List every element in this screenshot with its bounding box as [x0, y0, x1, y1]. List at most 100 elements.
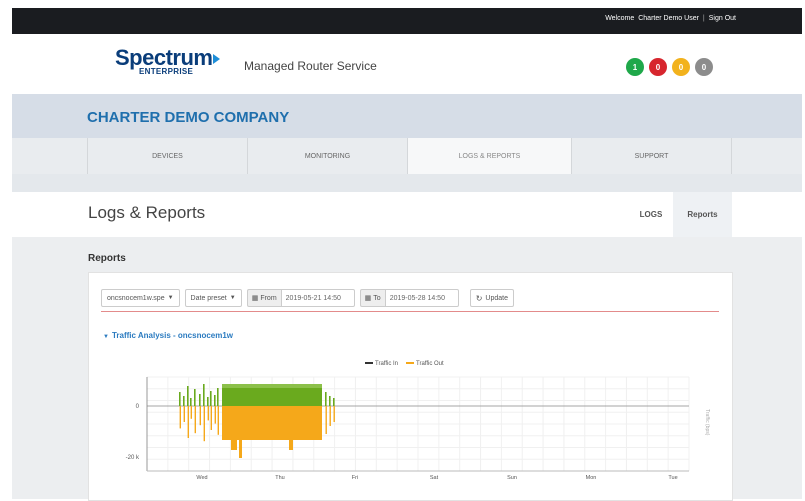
welcome-text: Welcome: [605, 15, 635, 22]
traffic-in-spike: [217, 388, 219, 406]
to-date-group: ▦ To 2019-05-28 14:50: [359, 289, 459, 307]
subtab-logs[interactable]: LOGS: [629, 192, 673, 237]
tab-monitoring[interactable]: MONITORING: [248, 138, 408, 174]
traffic-in-spike: [214, 395, 216, 406]
traffic-in-spike: [207, 397, 209, 406]
toolbar-divider: [101, 311, 719, 312]
status-unknown-badge[interactable]: 0: [695, 58, 713, 76]
section-title-text: Traffic Analysis - oncsnocem1w: [111, 331, 234, 340]
update-button[interactable]: ↻ Update: [469, 289, 514, 307]
traffic-out-spike: [333, 406, 335, 422]
caret-down-icon: ▼: [103, 334, 109, 340]
traffic-out-dip: [231, 406, 237, 450]
header: Spectrum ENTERPRISE Managed Router Servi…: [12, 34, 802, 94]
legend-item-traffic-in: Traffic In: [365, 361, 398, 367]
traffic-out-spike: [214, 406, 216, 424]
x-tick-label: Fri: [352, 475, 358, 481]
from-date-group: ▦ From 2019-05-21 14:50: [246, 289, 355, 307]
main-nav: DEVICES MONITORING LOGS & REPORTS SUPPOR…: [12, 138, 802, 174]
traffic-out-spike: [329, 406, 331, 426]
right-axis-label: Traffic (bps): [704, 409, 710, 436]
status-warning-badge[interactable]: 0: [672, 58, 690, 76]
logo-arrow-icon: [213, 54, 221, 64]
traffic-out-spike: [187, 406, 189, 438]
to-label: To: [373, 294, 381, 302]
tab-logs-reports[interactable]: LOGS & REPORTS: [408, 138, 572, 174]
device-select[interactable]: oncsnocem1w.spe ▼: [101, 289, 180, 307]
traffic-out-spike: [190, 406, 192, 419]
traffic-in-spike: [199, 394, 201, 406]
traffic-in-spike: [194, 389, 196, 406]
service-name: Managed Router Service: [244, 59, 377, 73]
legend-item-traffic-out: Traffic Out: [406, 361, 444, 367]
traffic-in-spike: [187, 386, 189, 406]
traffic-out-spike: [325, 406, 327, 434]
traffic-out-spike: [199, 406, 201, 426]
spectrum-logo[interactable]: Spectrum ENTERPRISE: [115, 45, 221, 76]
company-band: CHARTER DEMO COMPANY: [12, 94, 802, 138]
traffic-out-spike: [207, 406, 209, 421]
x-tick-label: Mon: [586, 475, 597, 481]
to-date-input[interactable]: 2019-05-28 14:50: [384, 289, 459, 307]
traffic-out-dip: [289, 440, 293, 450]
traffic-out-spike: [203, 406, 205, 442]
traffic-in-spike: [333, 398, 335, 406]
user-links: Welcome Charter Demo User | Sign Out: [605, 15, 736, 22]
from-date-input[interactable]: 2019-05-21 14:50: [280, 289, 355, 307]
date-preset-select[interactable]: Date preset ▼: [184, 289, 242, 307]
from-addon: ▦ From: [246, 289, 281, 307]
device-select-value: oncsnocem1w.spe: [107, 294, 165, 302]
top-bar: Welcome Charter Demo User | Sign Out: [12, 8, 802, 34]
nav-gap: [12, 174, 802, 192]
tab-devices[interactable]: DEVICES: [88, 138, 248, 174]
report-toolbar: oncsnocem1w.spe ▼ Date preset ▼ ▦ From 2…: [101, 287, 514, 309]
sign-out-link[interactable]: Sign Out: [709, 15, 736, 22]
status-up-badge[interactable]: 1: [626, 58, 644, 76]
from-label: From: [260, 294, 277, 302]
calendar-icon: ▦: [364, 295, 372, 302]
traffic-in-spike: [210, 391, 212, 406]
x-tick-label: Sun: [507, 475, 517, 481]
user-name[interactable]: Charter Demo User: [638, 15, 699, 22]
subtab-reports[interactable]: Reports: [673, 192, 732, 237]
traffic-in-spike: [190, 398, 192, 406]
caret-down-icon: ▼: [167, 295, 174, 301]
report-panel: oncsnocem1w.spe ▼ Date preset ▼ ▦ From 2…: [88, 272, 733, 501]
caret-down-icon: ▼: [229, 295, 236, 301]
legend-label: Traffic Out: [416, 361, 444, 367]
section-title[interactable]: ▼ Traffic Analysis - oncsnocem1w: [103, 331, 233, 340]
x-tick-label: Wed: [196, 475, 207, 481]
refresh-icon: ↻: [475, 293, 483, 303]
y-tick-label: 0: [136, 404, 140, 410]
traffic-chart: 0 -20 k Wed Thu Fri Sat Sun Mon Tue Traffic (bps): [126, 376, 710, 481]
traffic-in-spike: [179, 392, 181, 406]
x-tick-label: Sat: [430, 475, 439, 481]
traffic-in-spike: [203, 384, 205, 406]
traffic-out-dip: [239, 440, 242, 458]
tab-support[interactable]: SUPPORT: [572, 138, 732, 174]
company-name: CHARTER DEMO COMPANY: [87, 109, 290, 126]
to-addon: ▦ To: [359, 289, 385, 307]
link-separator: |: [702, 15, 705, 22]
traffic-out-spike: [179, 406, 181, 429]
x-tick-label: Tue: [668, 475, 677, 481]
traffic-out-spike: [210, 406, 212, 430]
chart-legend: Traffic In Traffic Out: [365, 361, 444, 367]
date-preset-label: Date preset: [190, 294, 227, 302]
device-status-indicators: 1 0 0 0: [626, 58, 713, 76]
traffic-out-spike: [183, 406, 185, 422]
x-tick-label: Thu: [275, 475, 284, 481]
update-label: Update: [485, 294, 508, 302]
y-tick-label: -20 k: [126, 455, 140, 461]
traffic-out-spike: [217, 406, 219, 435]
traffic-out-spike: [194, 406, 196, 434]
reports-heading: Reports: [88, 253, 126, 264]
traffic-in-peak: [222, 384, 322, 388]
traffic-in-spike: [329, 396, 331, 406]
status-down-badge[interactable]: 0: [649, 58, 667, 76]
traffic-in-spike: [183, 396, 185, 406]
page-header: Logs & Reports LOGS Reports: [12, 192, 802, 238]
nav-spacer: [12, 138, 88, 174]
calendar-icon: ▦: [251, 295, 259, 302]
traffic-in-spike: [325, 392, 327, 406]
